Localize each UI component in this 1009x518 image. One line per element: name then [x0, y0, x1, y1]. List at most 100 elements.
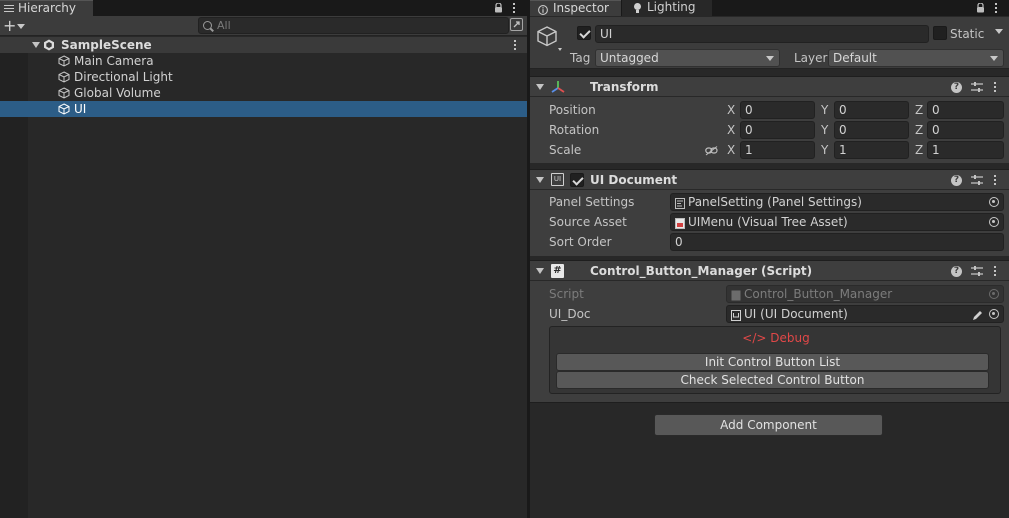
- script-component-header[interactable]: # Control_Button_Manager (Script) ?: [530, 260, 1009, 280]
- position-label: Position: [549, 103, 596, 117]
- help-icon[interactable]: ?: [951, 82, 962, 93]
- chevron-down-icon: [766, 56, 774, 61]
- add-component-button[interactable]: Add Component: [654, 414, 883, 436]
- object-picker-icon[interactable]: [989, 197, 999, 207]
- axis-x-label[interactable]: X: [727, 121, 735, 139]
- ui-document-body: Panel Settings PanelSetting (Panel Setti…: [530, 190, 1009, 256]
- hierarchy-item-global-volume[interactable]: Global Volume: [0, 85, 527, 101]
- rotation-y-field[interactable]: 0: [834, 121, 909, 139]
- static-checkbox[interactable]: [933, 26, 947, 40]
- init-control-button-list-button[interactable]: Init Control Button List: [556, 353, 989, 371]
- debug-title: Debug: [770, 331, 810, 345]
- hierarchy-item-directional-light[interactable]: Directional Light: [0, 69, 527, 85]
- tag-dropdown[interactable]: Untagged: [595, 49, 780, 67]
- hierarchy-item-main-camera[interactable]: Main Camera: [0, 53, 527, 69]
- gameobject-large-cube-icon[interactable]: [536, 25, 566, 58]
- rotation-z-field[interactable]: 0: [927, 121, 1004, 139]
- tab-hierarchy[interactable]: Hierarchy: [0, 0, 93, 16]
- fold-arrow-icon[interactable]: [536, 268, 544, 274]
- gameobject-cube-icon: [58, 71, 70, 83]
- layer-value: Default: [833, 51, 877, 65]
- tab-inspector-label: Inspector: [553, 1, 609, 15]
- chevron-down-icon: [990, 56, 998, 61]
- transform-body: Position X 0 Y 0 Z 0 Rotation X 0 Y 0 Z …: [530, 97, 1009, 163]
- presets-icon[interactable]: [971, 265, 983, 277]
- axis-z-label[interactable]: Z: [915, 101, 923, 119]
- component-menu-icon[interactable]: [994, 82, 997, 93]
- ui-doc-field[interactable]: UI (UI Document): [726, 305, 1004, 323]
- rotation-x-field[interactable]: 0: [740, 121, 815, 139]
- hierarchy-item-ui[interactable]: UI: [0, 101, 527, 117]
- inspector-menu-icon[interactable]: [995, 3, 998, 14]
- script-label: Script: [549, 287, 584, 301]
- axis-y-label[interactable]: Y: [821, 141, 828, 159]
- axis-z-label[interactable]: Z: [915, 141, 923, 159]
- scene-row[interactable]: SampleScene: [0, 37, 527, 53]
- tab-hierarchy-label: Hierarchy: [18, 1, 77, 15]
- axis-z-label[interactable]: Z: [915, 121, 923, 139]
- scene-visibility-icon[interactable]: [510, 18, 523, 31]
- tab-lighting[interactable]: Lighting: [622, 0, 712, 16]
- scale-z-field[interactable]: 1: [927, 141, 1004, 159]
- scene-menu-icon[interactable]: [514, 40, 517, 51]
- ui-document-header[interactable]: UI UI Document ?: [530, 169, 1009, 189]
- chevron-down-icon: [17, 24, 25, 29]
- axis-x-label[interactable]: X: [727, 141, 735, 159]
- axis-x-label[interactable]: X: [727, 101, 735, 119]
- ui-document-enabled-checkbox[interactable]: [570, 173, 584, 187]
- fold-arrow-icon[interactable]: [536, 84, 544, 90]
- lock-icon[interactable]: [975, 2, 985, 13]
- component-menu-icon[interactable]: [994, 175, 997, 186]
- active-checkbox[interactable]: [577, 26, 591, 40]
- transform-header[interactable]: Transform ?: [530, 76, 1009, 96]
- scale-x-field[interactable]: 1: [740, 141, 815, 159]
- ui-document-asset-icon: [731, 309, 741, 321]
- position-x-field[interactable]: 0: [740, 101, 815, 119]
- static-dropdown-icon[interactable]: [995, 29, 1003, 34]
- scale-label: Scale: [549, 143, 582, 157]
- visual-tree-asset-icon: [675, 217, 685, 229]
- position-z-field[interactable]: 0: [927, 101, 1004, 119]
- object-picker-icon[interactable]: [989, 309, 999, 319]
- position-y-field[interactable]: 0: [834, 101, 909, 119]
- static-label: Static: [950, 27, 985, 41]
- constrain-proportions-icon[interactable]: [705, 145, 718, 159]
- axis-y-label[interactable]: Y: [821, 101, 828, 119]
- pencil-icon[interactable]: [972, 309, 983, 325]
- check-selected-control-button-button[interactable]: Check Selected Control Button: [556, 371, 989, 389]
- search-input[interactable]: [217, 18, 497, 33]
- expand-arrow-icon[interactable]: [32, 42, 40, 48]
- rotation-label: Rotation: [549, 123, 600, 137]
- hierarchy-toolbar: +: [0, 16, 527, 36]
- help-icon[interactable]: ?: [951, 266, 962, 277]
- layer-dropdown[interactable]: Default: [828, 49, 1004, 67]
- source-asset-field[interactable]: UIMenu (Visual Tree Asset): [670, 213, 1004, 231]
- hierarchy-menu-icon[interactable]: [513, 3, 516, 14]
- fold-arrow-icon[interactable]: [536, 177, 544, 183]
- object-picker-icon[interactable]: [989, 217, 999, 227]
- plus-icon: +: [3, 16, 17, 35]
- hierarchy-search[interactable]: [198, 17, 509, 34]
- code-icon: </>: [742, 331, 767, 345]
- lock-icon[interactable]: [493, 2, 503, 13]
- hierarchy-panel: Hierarchy + SampleScene: [0, 0, 527, 518]
- gameobject-cube-icon: [58, 55, 70, 67]
- sort-order-field[interactable]: 0: [670, 233, 1004, 251]
- hierarchy-item-label: Global Volume: [74, 86, 161, 100]
- presets-icon[interactable]: [971, 174, 983, 186]
- panel-settings-field[interactable]: PanelSetting (Panel Settings): [670, 193, 1004, 211]
- debug-section: </> Debug Init Control Button List Check…: [549, 326, 1001, 394]
- gameobject-cube-icon: [58, 87, 70, 99]
- presets-icon[interactable]: [971, 81, 983, 93]
- layer-label: Layer: [794, 51, 828, 65]
- tab-inspector[interactable]: Inspector: [530, 0, 621, 16]
- help-icon[interactable]: ?: [951, 175, 962, 186]
- object-name-field[interactable]: UI: [595, 25, 929, 43]
- scale-y-field[interactable]: 1: [834, 141, 909, 159]
- info-icon: [538, 4, 548, 18]
- axis-y-label[interactable]: Y: [821, 121, 828, 139]
- component-menu-icon[interactable]: [994, 266, 997, 277]
- ui-doc-value: UI (UI Document): [744, 307, 848, 321]
- create-button[interactable]: +: [3, 17, 29, 35]
- gameobject-header: UI Static Tag Untagged Layer Default: [530, 17, 1009, 69]
